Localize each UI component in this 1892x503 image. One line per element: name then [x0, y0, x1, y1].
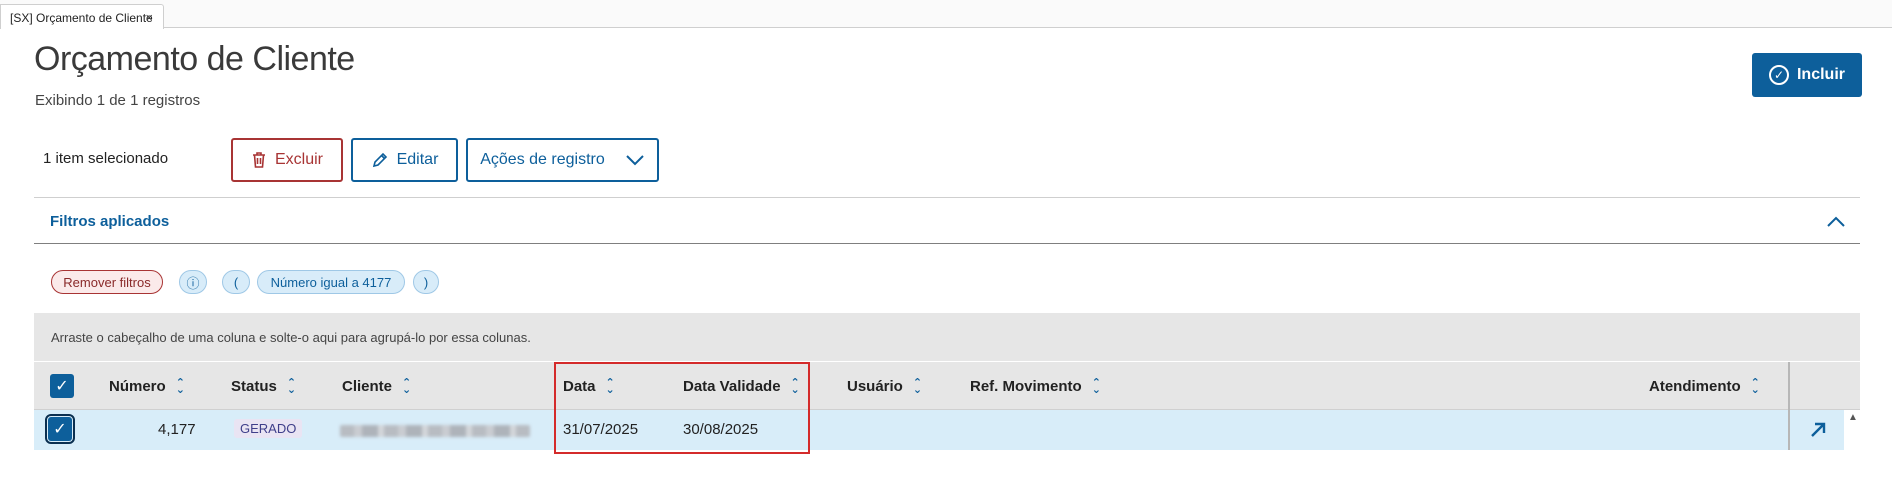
annotation-highlight-box	[554, 362, 810, 454]
sort-icon[interactable]: ⌃ ⌄	[1092, 377, 1101, 395]
record-count: Exibindo 1 de 1 registros	[35, 92, 201, 109]
close-icon[interactable]: ×	[145, 10, 153, 25]
col-ref-movimento[interactable]: Ref. Movimento ⌃ ⌄	[970, 377, 1101, 395]
delete-button[interactable]: Excluir	[231, 138, 343, 182]
applied-filters-header[interactable]: Filtros aplicados	[34, 197, 1860, 244]
delete-label: Excluir	[274, 151, 323, 168]
chevron-down-icon	[626, 155, 644, 166]
cell-cliente-redacted	[340, 425, 530, 437]
scroll-up-arrow[interactable]: ▲	[1848, 412, 1858, 423]
sort-icon[interactable]: ⌃ ⌄	[176, 377, 185, 395]
sort-icon[interactable]: ⌃ ⌄	[402, 377, 411, 395]
col-numero[interactable]: Número ⌃ ⌄	[109, 377, 185, 395]
group-drop-area[interactable]: Arraste o cabeçalho de uma coluna e solt…	[34, 313, 1860, 361]
applied-filters-title: Filtros aplicados	[50, 213, 170, 230]
col-atendimento[interactable]: Atendimento ⌃ ⌄	[1649, 377, 1760, 395]
col-cliente[interactable]: Cliente ⌃ ⌄	[342, 377, 411, 395]
group-hint: Arraste o cabeçalho de uma coluna e solt…	[51, 330, 531, 345]
col-cliente-label: Cliente	[342, 378, 393, 395]
col-usuario[interactable]: Usuário ⌃ ⌄	[847, 377, 922, 395]
include-button[interactable]: ✓ Incluir	[1752, 53, 1862, 97]
select-all-checkbox[interactable]: ✓	[50, 374, 74, 398]
col-status-label: Status	[231, 378, 277, 395]
close-paren-chip: )	[413, 270, 439, 294]
page-title: Orçamento de Cliente	[34, 40, 355, 78]
edit-label: Editar	[396, 151, 439, 168]
col-numero-label: Número	[109, 378, 166, 395]
info-icon[interactable]: ⓘ	[179, 270, 207, 294]
filter-condition-chip[interactable]: Número igual a 4177	[257, 270, 405, 294]
pencil-icon	[372, 152, 387, 168]
row-checkbox[interactable]: ✓	[45, 414, 75, 444]
chevron-up-icon[interactable]	[1826, 216, 1846, 228]
table-row[interactable]: ✓ 4,177 GERADO 31/07/2025 30/08/2025	[34, 410, 1844, 450]
trash-icon	[252, 152, 265, 168]
col-atendimento-label: Atendimento	[1649, 378, 1741, 395]
sort-icon[interactable]: ⌃ ⌄	[1751, 377, 1760, 395]
cell-numero: 4,177	[158, 421, 196, 438]
record-actions-label: Ações de registro	[480, 151, 605, 168]
column-divider	[1788, 362, 1790, 410]
selection-count: 1 item selecionado	[43, 150, 169, 167]
check-circle-icon: ✓	[1768, 65, 1789, 85]
col-usuario-label: Usuário	[847, 378, 903, 395]
status-badge: GERADO	[234, 419, 303, 438]
sort-icon[interactable]: ⌃ ⌄	[287, 377, 296, 395]
tab-label: [SX] Orçamento de Cliente	[10, 11, 153, 25]
remove-filters-chip[interactable]: Remover filtros	[51, 270, 163, 294]
col-ref-movimento-label: Ref. Movimento	[970, 378, 1082, 395]
open-paren-chip: (	[222, 270, 250, 294]
sort-icon[interactable]: ⌃ ⌄	[913, 377, 922, 395]
record-actions-button[interactable]: Ações de registro	[466, 138, 659, 182]
include-label: Incluir	[1796, 66, 1845, 83]
col-status[interactable]: Status ⌃ ⌄	[231, 377, 296, 395]
column-divider	[1788, 410, 1790, 450]
grid-header: ✓ Número ⌃ ⌄ Status ⌃ ⌄ Cliente ⌃ ⌄ Data ⌃ ⌄ Dat…	[34, 362, 1860, 410]
edit-button[interactable]: Editar	[351, 138, 458, 182]
tab-bar: [SX] Orçamento de Cliente ×	[0, 0, 1892, 29]
tab-orcamento-cliente[interactable]: [SX] Orçamento de Cliente ×	[0, 4, 164, 29]
open-record-icon[interactable]	[1808, 420, 1828, 440]
